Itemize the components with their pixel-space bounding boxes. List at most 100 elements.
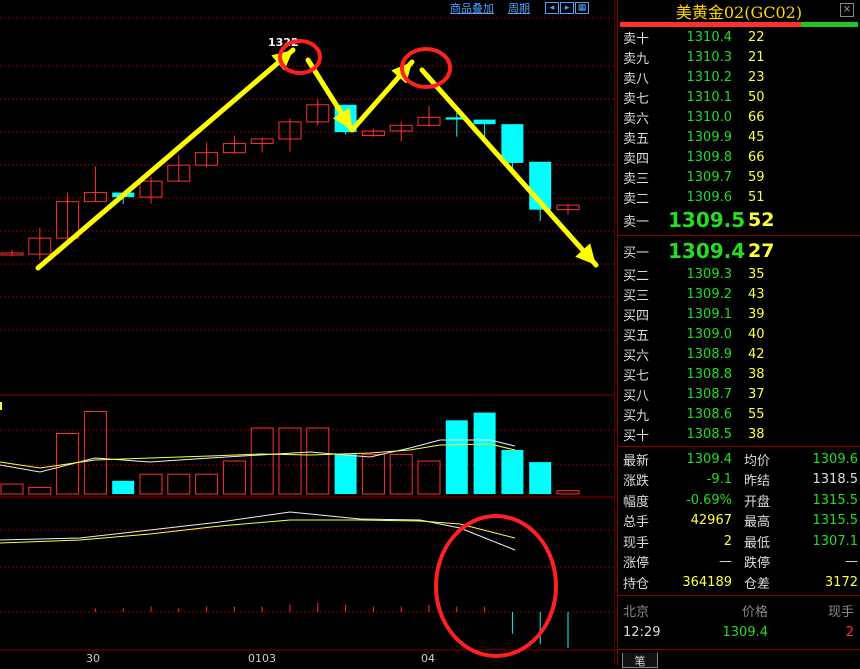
bid-volume: 39 bbox=[748, 306, 765, 322]
ask-volume: 50 bbox=[748, 89, 765, 105]
ask-row[interactable]: 卖十 1310.4 22 bbox=[618, 27, 860, 47]
stat-label: 昨结 bbox=[744, 474, 771, 490]
bid-row[interactable]: 买七 1308.8 38 bbox=[618, 364, 860, 384]
trend-arrow-up bbox=[35, 47, 296, 271]
bid-price: 1308.8 bbox=[686, 366, 733, 382]
bid-row[interactable]: 买八 1308.7 37 bbox=[618, 384, 860, 404]
ask-level-label: 卖四 bbox=[623, 151, 650, 167]
stat-label: 总手 bbox=[623, 515, 650, 531]
volume-bar bbox=[334, 454, 357, 494]
arrow-left-icon[interactable]: ◂ bbox=[545, 2, 559, 14]
volume-bar bbox=[222, 460, 246, 495]
ask-volume: 45 bbox=[748, 129, 765, 145]
bid-row[interactable]: 买十 1308.5 38 bbox=[618, 424, 860, 444]
ask-level-label: 卖三 bbox=[623, 171, 650, 187]
ask-list: 卖十 1310.4 22 卖九 1310.3 21 卖八 1310.2 23 卖七 1310.1 50… bbox=[618, 27, 860, 233]
volume-bar bbox=[0, 483, 24, 495]
bid-volume: 27 bbox=[748, 240, 775, 262]
period-link[interactable]: 周期 bbox=[508, 0, 530, 15]
bid-price: 1309.3 bbox=[686, 266, 733, 282]
bid-row[interactable]: 买四 1309.1 39 bbox=[618, 304, 860, 324]
bid-volume: 38 bbox=[748, 426, 765, 442]
bid-price: 1309.1 bbox=[686, 306, 733, 322]
ask-row[interactable]: 卖一 1309.5 52 bbox=[618, 207, 860, 233]
stat-value: -9.1 bbox=[706, 472, 732, 488]
stat-label: 仓差 bbox=[744, 576, 771, 592]
stats-row: 现手 2 最低 1307.1 bbox=[618, 531, 860, 552]
stat-label: 持仓 bbox=[623, 576, 650, 592]
bid-row[interactable]: 买一 1309.4 27 bbox=[618, 238, 860, 264]
grid-icon[interactable]: ▦ bbox=[575, 2, 589, 14]
bid-row[interactable]: 买九 1308.6 55 bbox=[618, 404, 860, 424]
ask-price: 1309.6 bbox=[686, 189, 733, 205]
volume-bar bbox=[167, 473, 191, 495]
ask-price: 1309.5 bbox=[668, 208, 746, 232]
stat-value: 42967 bbox=[690, 513, 732, 529]
bid-level-label: 买一 bbox=[623, 245, 650, 261]
ask-row[interactable]: 卖四 1309.8 66 bbox=[618, 147, 860, 167]
stat-value: 364189 bbox=[682, 574, 732, 590]
close-icon[interactable]: × bbox=[840, 3, 854, 17]
bid-row[interactable]: 买二 1309.3 35 bbox=[618, 264, 860, 284]
volume-bar bbox=[529, 462, 552, 494]
instrument-title: 美黄金02(GC02) × bbox=[618, 0, 860, 22]
stats-row: 持仓 364189 仓差 3172 bbox=[618, 572, 860, 593]
ask-level-label: 卖八 bbox=[623, 71, 650, 87]
tab-ticks[interactable]: 笔 bbox=[622, 653, 658, 668]
stat-label: 最高 bbox=[744, 515, 771, 531]
ask-price: 1310.0 bbox=[686, 109, 733, 125]
ask-row[interactable]: 卖九 1310.3 21 bbox=[618, 47, 860, 67]
volume-ma-line bbox=[0, 443, 516, 469]
ask-volume: 66 bbox=[748, 109, 765, 125]
overlay-link[interactable]: 商品叠加 bbox=[450, 0, 494, 15]
bid-volume: 43 bbox=[748, 286, 765, 302]
ask-row[interactable]: 卖六 1310.0 66 bbox=[618, 107, 860, 127]
bid-level-label: 买十 bbox=[623, 428, 650, 444]
bid-price: 1308.5 bbox=[686, 426, 733, 442]
stat-label: 跌停 bbox=[744, 556, 771, 572]
bid-level-label: 买三 bbox=[623, 288, 650, 304]
ask-level-label: 卖二 bbox=[623, 191, 650, 207]
ask-row[interactable]: 卖八 1310.2 23 bbox=[618, 67, 860, 87]
volume-bar bbox=[389, 453, 413, 495]
nav-controls: ◂ ▸ ▦ bbox=[544, 0, 589, 14]
ask-volume: 66 bbox=[748, 149, 765, 165]
volume-bar bbox=[195, 473, 219, 495]
stat-label: 均价 bbox=[744, 453, 771, 469]
highlight-circle bbox=[434, 514, 558, 658]
kline-chart[interactable]: 132230 0103 04 bbox=[0, 0, 615, 665]
stat-label: 幅度 bbox=[623, 494, 650, 510]
ask-price: 1309.9 bbox=[686, 129, 733, 145]
ask-volume: 21 bbox=[748, 49, 765, 65]
stat-value: 1309.6 bbox=[812, 451, 859, 467]
tick-header: 北京 价格 现手 bbox=[623, 605, 854, 620]
bid-price: 1308.6 bbox=[686, 406, 733, 422]
ask-level-label: 卖九 bbox=[623, 51, 650, 67]
bid-row[interactable]: 买五 1309.0 40 bbox=[618, 324, 860, 344]
stat-value: 1315.5 bbox=[812, 492, 859, 508]
ask-volume: 59 bbox=[748, 169, 765, 185]
quote-panel: 美黄金02(GC02) × 卖十 1310.4 22 卖九 1310.3 21 卖八 1310… bbox=[617, 0, 860, 668]
chart-toolbar: 商品叠加 周期 ◂ ▸ ▦ bbox=[450, 0, 589, 15]
bid-row[interactable]: 买三 1309.2 43 bbox=[618, 284, 860, 304]
bid-level-label: 买四 bbox=[623, 308, 650, 324]
ask-level-label: 卖六 bbox=[623, 111, 650, 127]
ask-row[interactable]: 卖五 1309.9 45 bbox=[618, 127, 860, 147]
bid-volume: 38 bbox=[748, 366, 765, 382]
ask-level-label: 卖一 bbox=[623, 214, 650, 230]
stat-value: 1307.1 bbox=[812, 533, 859, 549]
ask-row[interactable]: 卖三 1309.7 59 bbox=[618, 167, 860, 187]
ask-row[interactable]: 卖二 1309.6 51 bbox=[618, 187, 860, 207]
bid-volume: 35 bbox=[748, 266, 765, 282]
bid-volume: 37 bbox=[748, 386, 765, 402]
arrow-right-icon[interactable]: ▸ bbox=[560, 2, 574, 14]
ask-volume: 51 bbox=[748, 189, 765, 205]
ask-volume: 22 bbox=[748, 29, 765, 45]
ask-price: 1310.4 bbox=[686, 29, 733, 45]
ask-row[interactable]: 卖七 1310.1 50 bbox=[618, 87, 860, 107]
bid-level-label: 买五 bbox=[623, 328, 650, 344]
stat-label: 现手 bbox=[623, 535, 650, 551]
bid-row[interactable]: 买六 1308.9 42 bbox=[618, 344, 860, 364]
bid-volume: 40 bbox=[748, 326, 765, 342]
bid-price: 1308.9 bbox=[686, 346, 733, 362]
